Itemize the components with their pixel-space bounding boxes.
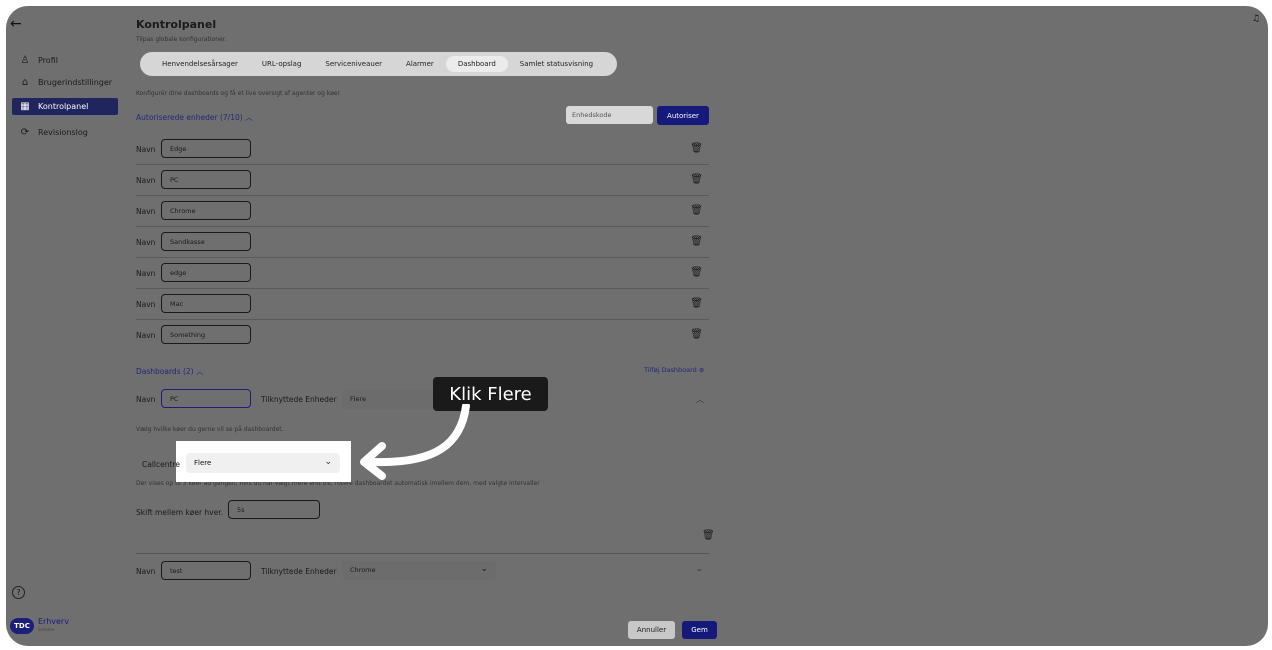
trash-icon[interactable]: 🗑 xyxy=(690,329,703,340)
dimmed-overlay: ← ♙ Profil ⌂ Brugerindstillinger ▦ Kontr… xyxy=(6,6,1268,646)
device-name-input[interactable]: Something xyxy=(161,325,251,344)
logo: TDC Erhverv Scheme xyxy=(10,618,69,634)
tab-henvendelsesarsager[interactable]: Henvendelsesårsager xyxy=(150,56,250,72)
trash-icon[interactable]: 🗑 xyxy=(690,143,703,154)
dashboard-name-label: Navn xyxy=(136,567,156,576)
callcenter-label: Callcentre xyxy=(142,460,180,469)
device-row: Navn edge 🗑 xyxy=(136,258,709,289)
authorize-button[interactable]: Autoriser xyxy=(657,106,709,125)
device-name-label: Navn xyxy=(136,331,156,340)
chevron-down-icon: ⌄ xyxy=(480,564,488,574)
devices-heading[interactable]: Autoriserede enheder (7/10) ︿ xyxy=(136,112,253,123)
dashboards-heading-label: Dashboards (2) xyxy=(136,367,194,376)
devices-heading-label: Autoriserede enheder (7/10) xyxy=(136,113,243,122)
trash-icon[interactable]: 🗑 xyxy=(690,174,703,185)
sidebar-item-label: Kontrolpanel xyxy=(38,102,89,111)
add-dashboard-label: Tilføj Dashboard xyxy=(644,366,697,374)
device-code-input[interactable]: Enhedskode xyxy=(566,106,653,124)
page-subtitle: Tilpas globale konfigurationer. xyxy=(136,36,227,43)
switch-queues-label: Skift mellem køer hver. xyxy=(136,508,224,517)
dashboard-name-label: Navn xyxy=(136,395,156,404)
callcenter-select[interactable]: Flere ⌄ xyxy=(186,453,340,473)
page-title: Kontrolpanel xyxy=(136,18,217,31)
home-icon: ⌂ xyxy=(21,77,29,88)
help-icon[interactable]: ? xyxy=(12,586,25,599)
tab-dashboard[interactable]: Dashboard xyxy=(445,56,508,72)
trash-icon[interactable]: 🗑 xyxy=(690,298,703,309)
chevron-up-icon: ︿ xyxy=(245,113,253,122)
back-arrow-icon[interactable]: ← xyxy=(10,16,22,32)
trash-icon[interactable]: 🗑 xyxy=(690,205,703,216)
linked-devices-value: Chrome xyxy=(350,566,376,574)
logo-text-main: Erhverv xyxy=(38,617,69,626)
sidebar-item-label: Revisionslog xyxy=(38,128,88,137)
sidebar: ← ♙ Profil ⌂ Brugerindstillinger ▦ Kontr… xyxy=(6,6,126,646)
device-name-label: Navn xyxy=(136,176,156,185)
trash-icon[interactable]: 🗑 xyxy=(690,267,703,278)
queue-note: Vælg hvilke køer du gerne vil se på dash… xyxy=(136,426,284,433)
linked-devices-label: Tilknyttede Enheder xyxy=(261,567,337,576)
dashboard-name-input[interactable]: PC xyxy=(161,389,251,408)
add-dashboard-link[interactable]: Tilføj Dashboard ⊕ xyxy=(644,366,704,374)
sidebar-item-kontrolpanel[interactable]: ▦ Kontrolpanel xyxy=(12,98,118,115)
device-name-input[interactable]: edge xyxy=(161,263,251,282)
callcenter-select-value: Flere xyxy=(194,459,212,467)
sidebar-item-brugerindstillinger[interactable]: ⌂ Brugerindstillinger xyxy=(12,74,118,91)
switch-interval-input[interactable]: 5s xyxy=(228,500,320,519)
device-row: Navn Mac 🗑 xyxy=(136,289,709,320)
device-name-input[interactable]: Chrome xyxy=(161,201,251,220)
device-row: Navn Something 🗑 xyxy=(136,320,709,351)
device-name-input[interactable]: PC xyxy=(161,170,251,189)
device-name-input[interactable]: Mac xyxy=(161,294,251,313)
pointer-arrow-icon xyxy=(360,404,470,480)
device-row: Navn Sandkasse 🗑 xyxy=(136,227,709,258)
trash-icon[interactable]: 🗑 xyxy=(702,530,715,541)
sidebar-item-profil[interactable]: ♙ Profil xyxy=(12,52,118,69)
chevron-up-icon: ︿ xyxy=(196,367,204,376)
chevron-up-icon[interactable]: ︿ xyxy=(696,394,704,405)
device-name-input[interactable]: Sandkasse xyxy=(161,232,251,251)
tab-alarmer[interactable]: Alarmer xyxy=(394,56,446,72)
sidebar-item-label: Brugerindstillinger xyxy=(38,78,113,87)
device-name-label: Navn xyxy=(136,238,156,247)
device-row: Navn Chrome 🗑 xyxy=(136,196,709,227)
sidebar-item-revisionslog[interactable]: ⟳ Revisionslog xyxy=(12,124,118,141)
tdc-logo-mark: TDC xyxy=(10,618,34,634)
chevron-down-icon[interactable]: ⌄ xyxy=(696,564,703,573)
sidebar-item-label: Profil xyxy=(38,56,58,65)
refresh-icon: ⟳ xyxy=(20,127,30,138)
logo-text-sub: Scheme xyxy=(38,627,55,632)
linked-devices-label: Tilknyttede Enheder xyxy=(261,395,337,404)
device-row: Navn PC 🗑 xyxy=(136,165,709,196)
device-name-label: Navn xyxy=(136,207,156,216)
dashboard-name-input[interactable]: test xyxy=(161,561,251,580)
person-icon: ♙ xyxy=(20,55,30,66)
chevron-down-icon: ⌄ xyxy=(324,457,332,467)
device-name-input[interactable]: Edge xyxy=(161,139,251,158)
trash-icon[interactable]: 🗑 xyxy=(690,236,703,247)
save-button[interactable]: Gem xyxy=(682,621,717,639)
tab-url-opslag[interactable]: URL-opslag xyxy=(250,56,313,72)
tab-bar: Henvendelsesårsager URL-opslag Serviceni… xyxy=(140,52,617,76)
plus-circle-icon: ⊕ xyxy=(698,366,705,374)
tab-samlet-statusvisning[interactable]: Samlet statusvisning xyxy=(508,56,605,72)
linked-devices-select[interactable]: Chrome ⌄ xyxy=(342,561,496,580)
device-name-label: Navn xyxy=(136,269,156,278)
device-name-label: Navn xyxy=(136,145,156,154)
main-content: Kontrolpanel Tilpas globale konfiguratio… xyxy=(126,6,1268,646)
divider xyxy=(136,553,709,554)
cancel-button[interactable]: Annuller xyxy=(628,621,675,639)
device-row: Navn Edge 🗑 xyxy=(136,134,709,165)
tab-serviceniveauer[interactable]: Serviceniveauer xyxy=(313,56,394,72)
logo-text: Erhverv Scheme xyxy=(38,618,69,634)
device-name-label: Navn xyxy=(136,300,156,309)
dashboard-description: Konfigurér dine dashboards og få et live… xyxy=(136,90,341,97)
dashboards-heading[interactable]: Dashboards (2) ︿ xyxy=(136,366,204,377)
panel-icon: ▦ xyxy=(20,101,30,112)
app-window: ← ♙ Profil ⌂ Brugerindstillinger ▦ Kontr… xyxy=(6,6,1268,646)
